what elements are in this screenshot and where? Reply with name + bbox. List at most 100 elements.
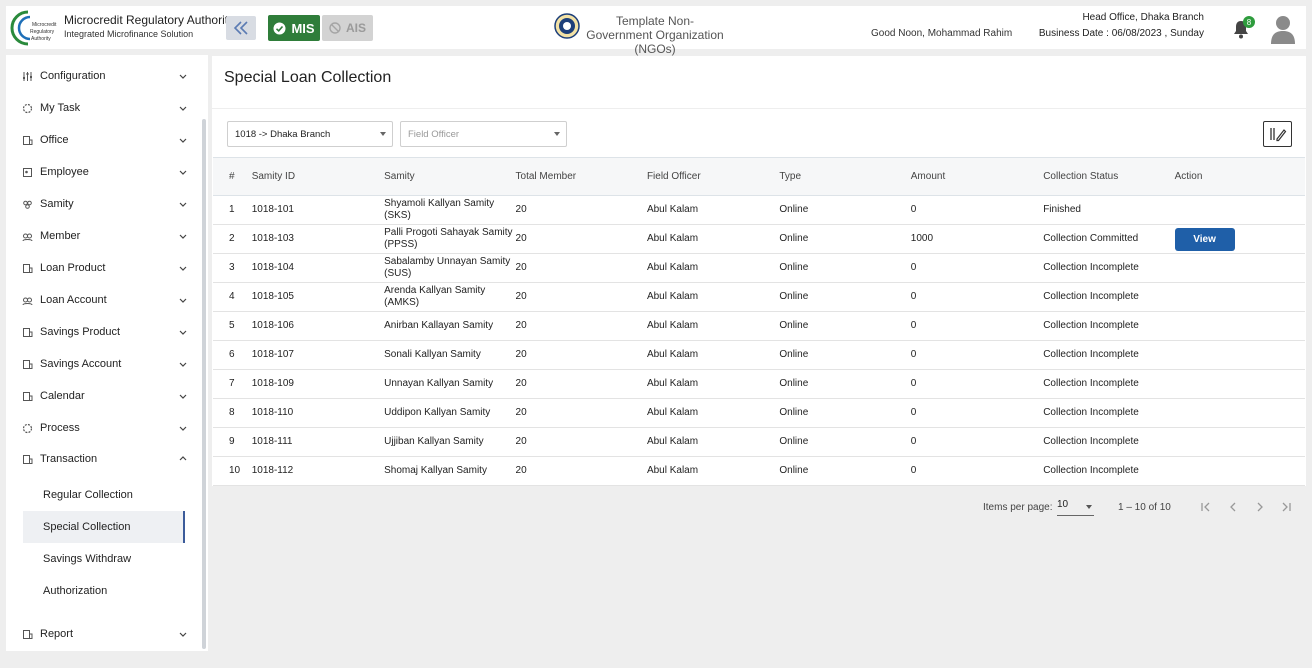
edit-columns-button[interactable] [1263,121,1292,147]
total-member: 20 [515,224,647,254]
page-size-value: 10 [1057,499,1069,510]
logo-text-line-1: Microcredit [32,22,57,28]
collection-status: Finished [1043,195,1175,225]
sidebar-item-savings-product[interactable]: Savings Product [22,322,188,342]
column-header-field-officer: Field Officer [646,157,780,196]
samity-id: 1018-111 [251,427,385,457]
table-row[interactable]: 8 1018-110 Uddipon Kallyan Samity 20 Abu… [213,398,1305,428]
action-cell [1174,311,1305,341]
government-seal-icon [554,13,580,39]
total-member: 20 [515,427,647,457]
samity-name: Uddipon Kallyan Samity [384,398,516,428]
table-row[interactable]: 7 1018-109 Unnayan Kallyan Samity 20 Abu… [213,369,1305,399]
table-row[interactable]: 2 1018-103 Palli Progoti Sahayak Samity … [213,224,1305,254]
samity-id: 1018-110 [251,398,385,428]
sidebar-scrollbar[interactable] [202,119,206,649]
collection-status: Collection Incomplete [1043,456,1175,486]
first-page-button[interactable] [1199,500,1213,514]
action-cell [1174,398,1305,428]
mis-toggle-button[interactable]: MIS [268,15,320,41]
building-icon [22,327,33,338]
sidebar-subitem-regular-collection[interactable]: Regular Collection [23,479,185,511]
building-icon [22,391,33,402]
collection-status: Collection Incomplete [1043,282,1175,312]
previous-page-button[interactable] [1226,500,1240,514]
sidebar-item-employee[interactable]: Employee [22,162,188,182]
building-icon [22,629,33,640]
sidebar-item-label: Employee [40,166,89,178]
field-officer: Abul Kalam [646,282,780,312]
last-page-button[interactable] [1279,500,1293,514]
sidebar-item-transaction[interactable]: Transaction [22,449,188,469]
sidebar-item-configuration[interactable]: Configuration [22,66,188,86]
user-avatar-icon[interactable] [1270,14,1296,44]
sidebar-subitem-authorization[interactable]: Authorization [23,575,185,607]
field-officer: Abul Kalam [646,398,780,428]
last-page-icon [1282,502,1291,512]
notification-count-badge: 8 [1243,16,1255,28]
sidebar-item-my-task[interactable]: My Task [22,98,188,118]
field-officer: Abul Kalam [646,340,780,370]
collection-status: Collection Incomplete [1043,340,1175,370]
table-row[interactable]: 9 1018-111 Ujjiban Kallyan Samity 20 Abu… [213,427,1305,457]
column-header-index: # [213,157,252,196]
group-icon [22,199,33,210]
amount: 0 [910,195,1044,225]
total-member: 20 [515,340,647,370]
type: Online [779,340,911,370]
field-officer-select[interactable]: Field Officer [400,121,567,147]
items-per-page-select[interactable]: 10 [1057,499,1094,516]
branch-select[interactable]: 1018 -> Dhaka Branch [227,121,393,147]
action-cell [1174,456,1305,486]
building-icon [22,359,33,370]
amount: 0 [910,427,1044,457]
ais-toggle-button[interactable]: AIS [322,15,373,41]
total-member: 20 [515,282,647,312]
sidebar-item-loan-product[interactable]: Loan Product [22,258,188,278]
collection-status: Collection Committed [1043,224,1175,254]
sidebar-subitem-savings-withdraw[interactable]: Savings Withdraw [23,543,185,575]
chevron-down-icon [179,106,187,111]
table-paginator: Items per page: 10 1 – 10 of 10 [212,486,1306,531]
row-index: 5 [213,311,252,341]
field-officer: Abul Kalam [646,311,780,341]
sidebar-item-savings-account[interactable]: Savings Account [22,354,188,374]
total-member: 20 [515,369,647,399]
sidebar-item-label: Savings Product [40,326,121,338]
samity-name: Shyamoli Kallyan Samity (SKS) [384,195,516,225]
sidebar-subitem-special-collection[interactable]: Special Collection [23,511,185,543]
table-row[interactable]: 3 1018-104 Sabalamby Unnayan Samity (SUS… [213,253,1305,283]
sidebar-item-loan-account[interactable]: Loan Account [22,290,188,310]
chevron-down-icon [179,266,187,271]
table-row[interactable]: 1 1018-101 Shyamoli Kallyan Samity (SKS)… [213,195,1305,225]
sidebar-item-samity[interactable]: Samity [22,194,188,214]
brand-subtitle: Integrated Microfinance Solution [64,29,194,39]
action-cell: View [1174,224,1305,254]
column-header-collection-status: Collection Status [1043,157,1175,196]
sidebar-item-label: Process [40,422,80,434]
sidebar-item-office[interactable]: Office [22,130,188,150]
column-header-total-member: Total Member [515,157,647,196]
type: Online [779,427,911,457]
caret-down-icon [380,132,386,136]
samity-name: Sabalamby Unnayan Samity (SUS) [384,253,516,283]
samity-name: Anirban Kallayan Samity [384,311,516,341]
table-row[interactable]: 10 1018-112 Shomaj Kallyan Samity 20 Abu… [213,456,1305,486]
amount: 0 [910,369,1044,399]
table-row[interactable]: 5 1018-106 Anirban Kallayan Samity 20 Ab… [213,311,1305,341]
next-page-button[interactable] [1253,500,1267,514]
sidebar-item-member[interactable]: Member [22,226,188,246]
table-row[interactable]: 6 1018-107 Sonali Kallyan Samity 20 Abul… [213,340,1305,370]
collapse-sidebar-button[interactable] [226,16,256,40]
collection-status: Collection Incomplete [1043,369,1175,399]
sidebar-item-process[interactable]: Process [22,418,188,438]
row-index: 3 [213,253,252,283]
amount: 0 [910,282,1044,312]
mis-label: MIS [291,20,315,36]
chevron-down-icon [179,394,187,399]
amount: 0 [910,311,1044,341]
view-button[interactable]: View [1174,227,1235,251]
table-row[interactable]: 4 1018-105 Arenda Kallyan Samity (AMKS) … [213,282,1305,312]
sidebar-item-calendar[interactable]: Calendar [22,386,188,406]
sidebar-item-report[interactable]: Report [22,624,188,644]
